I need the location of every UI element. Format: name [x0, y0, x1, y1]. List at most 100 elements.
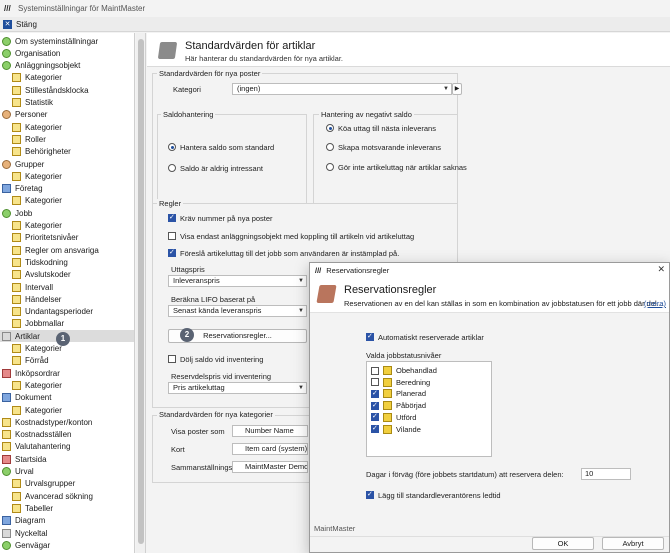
show-posts-combo[interactable]: Number Name: [232, 425, 308, 437]
ok-button[interactable]: OK: [532, 537, 594, 550]
status-checkbox[interactable]: [371, 378, 379, 387]
reserve-price-combo[interactable]: Pris artikeluttag ▼: [168, 382, 307, 394]
tree-item[interactable]: Jobbmallar: [0, 318, 134, 330]
tree-item[interactable]: Förråd: [0, 355, 134, 367]
tree-item[interactable]: Kategorier: [0, 404, 134, 416]
category-combo[interactable]: (ingen) ▼: [232, 83, 452, 95]
dialog-header: Reservationsregler Reservationen av en d…: [310, 277, 669, 313]
balance-group-label: Saldohantering: [161, 110, 216, 119]
rule-3-checkbox[interactable]: [168, 248, 176, 257]
status-checkbox[interactable]: [371, 424, 379, 433]
tree-item[interactable]: Företag: [0, 183, 134, 195]
negative-option-2-radio[interactable]: [326, 143, 334, 151]
tree-item-label: Behörigheter: [25, 147, 71, 157]
status-list-item[interactable]: Utförd: [371, 412, 416, 423]
tree-scrollbar[interactable]: [136, 33, 146, 553]
tree-item[interactable]: Kategorier: [0, 170, 134, 182]
tree-item[interactable]: Tidskodning: [0, 256, 134, 268]
tree-item[interactable]: Kategorier: [0, 72, 134, 84]
tree-item[interactable]: Behörigheter: [0, 146, 134, 158]
tree-item[interactable]: Undantagsperioder: [0, 306, 134, 318]
status-list-item[interactable]: Beredning: [371, 377, 430, 388]
tree-item-label: Kategorier: [25, 196, 62, 206]
close-icon[interactable]: ✕: [657, 264, 665, 275]
dialog-subtitle: Reservationen av en del kan ställas in s…: [344, 299, 663, 308]
tree-item[interactable]: Dokument: [0, 392, 134, 404]
tree-item[interactable]: Regler om ansvariga: [0, 244, 134, 256]
tree-item[interactable]: Nyckeltal: [0, 527, 134, 539]
status-checkbox[interactable]: [371, 366, 379, 375]
toolbar: ✕ Stäng: [0, 17, 670, 32]
lead-time-checkbox[interactable]: [366, 490, 374, 499]
negative-option-3-radio[interactable]: [326, 163, 334, 171]
tree-item[interactable]: Diagram: [0, 515, 134, 527]
tree-item[interactable]: Stilleståndsklocka: [0, 84, 134, 96]
tree-item[interactable]: Intervall: [0, 281, 134, 293]
tree-item[interactable]: Urvalsgrupper: [0, 478, 134, 490]
tree-item[interactable]: Inköpsordrar: [0, 367, 134, 379]
status-levels-label: Valda jobbstatusnivåer: [366, 351, 442, 360]
tree-item[interactable]: Avancerad sökning: [0, 490, 134, 502]
tree-item[interactable]: Genvägar: [0, 539, 134, 551]
rule-2-checkbox[interactable]: [168, 232, 176, 240]
tree-item[interactable]: Anläggningsobjekt: [0, 60, 134, 72]
tree-item[interactable]: Statistik: [0, 97, 134, 109]
card-combo[interactable]: Item card (system): [232, 443, 308, 455]
auto-reserve-label: Automatiskt reserverade artiklar: [378, 333, 484, 342]
lifo-combo[interactable]: Senast kända leveranspris ▼: [168, 305, 307, 317]
tree-item[interactable]: Organisation: [0, 47, 134, 59]
status-checkbox[interactable]: [371, 389, 379, 398]
negative-option-1-radio[interactable]: [326, 124, 334, 132]
rule-1-checkbox[interactable]: [168, 213, 176, 222]
status-checkbox[interactable]: [371, 412, 379, 422]
tree-item[interactable]: Grupper: [0, 158, 134, 170]
tree-item-label: Roller: [25, 134, 46, 144]
lead-time-label: Lägg till standardleverantörens ledtid: [378, 491, 501, 500]
tree-item[interactable]: Kostnadstyper/konton: [0, 416, 134, 428]
tree-item[interactable]: Tabeller: [0, 502, 134, 514]
auto-reserve-checkbox[interactable]: [366, 332, 374, 341]
status-list-item[interactable]: Påbörjad: [371, 400, 426, 411]
balance-option-2-radio[interactable]: [168, 164, 176, 172]
balance-option-1-label: Hantera saldo som standard: [180, 143, 275, 152]
tree-item[interactable]: Personer: [0, 109, 134, 121]
category-browse-button[interactable]: ▶: [452, 83, 462, 95]
tree-item-label: Tabeller: [25, 503, 54, 513]
tree-item-label: Om systeminställningar: [15, 36, 99, 46]
tree-item[interactable]: Urval: [0, 466, 134, 478]
status-list-item[interactable]: Obehandlad: [371, 365, 437, 376]
status-checkbox[interactable]: [371, 401, 379, 410]
close-button-label[interactable]: Stäng: [16, 20, 37, 29]
tree-scrollbar-thumb[interactable]: [138, 39, 144, 544]
tree-item[interactable]: Händelser: [0, 293, 134, 305]
folder-icon: [12, 245, 21, 255]
tree-item[interactable]: Kategorier: [0, 121, 134, 133]
days-ahead-input[interactable]: 10: [581, 468, 631, 480]
tree-item-label: Undantagsperioder: [25, 307, 94, 317]
tree-item[interactable]: Valutahantering: [0, 441, 134, 453]
close-icon[interactable]: ✕: [3, 19, 12, 29]
tree-item[interactable]: Om systeminställningar: [0, 35, 134, 47]
tree-item[interactable]: Kategorier: [0, 379, 134, 391]
hide-balance-label: Dölj saldo vid inventering: [180, 355, 264, 364]
balance-option-1-radio[interactable]: [168, 143, 176, 151]
withdrawal-price-combo[interactable]: Inleveranspris ▼: [168, 275, 307, 287]
more-link[interactable]: (mera): [644, 299, 666, 308]
hide-balance-checkbox[interactable]: [168, 355, 176, 363]
cancel-button[interactable]: Avbryt: [602, 537, 664, 550]
tree-item[interactable]: Prioritetsnivåer: [0, 232, 134, 244]
tree-item[interactable]: Kategorier: [0, 195, 134, 207]
tree-item[interactable]: Avslutskoder: [0, 269, 134, 281]
red-node-icon: [2, 454, 11, 464]
status-list-item[interactable]: Planerad: [371, 388, 426, 399]
tree-item[interactable]: Roller: [0, 133, 134, 145]
tree-item[interactable]: Startsida: [0, 453, 134, 465]
tree-item-label: Kategorier: [25, 122, 62, 132]
tree-item[interactable]: Kategorier: [0, 220, 134, 232]
tree-item[interactable]: Jobb: [0, 207, 134, 219]
tree-item-label: Diagram: [15, 516, 46, 526]
tree-item-label: Urvalsgrupper: [25, 479, 76, 489]
tree-item[interactable]: Kostnadsställen: [0, 429, 134, 441]
status-list-item[interactable]: Vilande: [371, 424, 421, 435]
summary-combo[interactable]: MaintMaster Demo -: [232, 461, 308, 473]
